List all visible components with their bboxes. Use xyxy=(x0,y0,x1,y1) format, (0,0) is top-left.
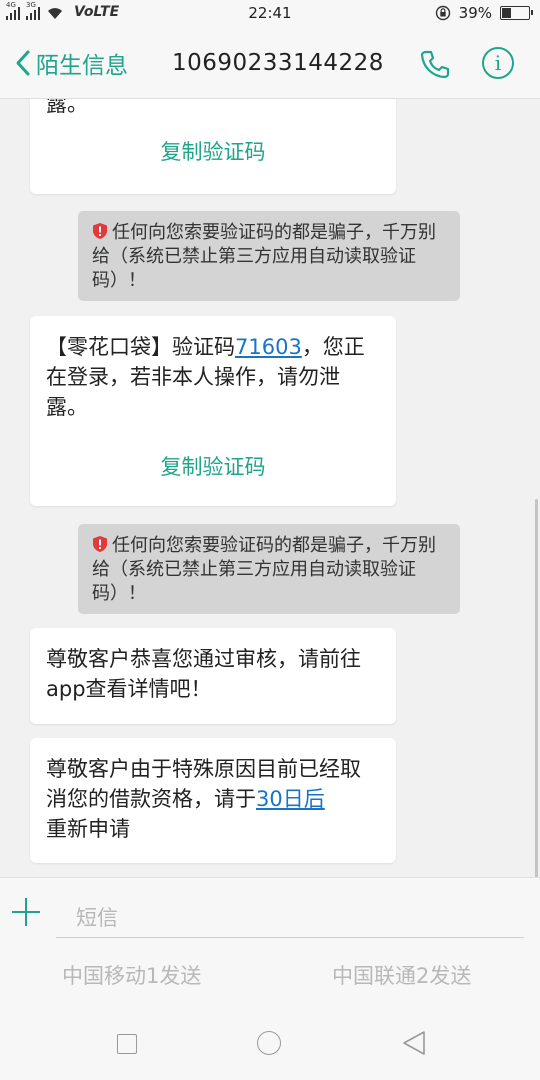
message-text-part: 重新申请 xyxy=(46,817,130,841)
rotation-lock-icon xyxy=(435,5,450,21)
back-triangle-icon xyxy=(403,1031,425,1055)
phone-icon xyxy=(420,50,450,79)
message-text: 【零花口袋】验证码71603，您正在登录，若非本人操作，请勿泄露。 xyxy=(46,332,380,422)
info-icon: i xyxy=(494,51,502,75)
info-button[interactable]: i xyxy=(482,47,514,79)
scrollbar[interactable] xyxy=(535,499,538,877)
battery-percent: 39% xyxy=(458,4,492,22)
warning-text: 任何向您索要验证码的都是骗子，千万别给（系统已禁止第三方应用自动读取验证码）！ xyxy=(92,222,436,291)
recent-apps-button[interactable] xyxy=(117,1034,137,1054)
message-text: 尊敬客户恭喜您通过审核，请前往app查看详情吧！ xyxy=(46,647,361,701)
warning-text: 任何向您索要验证码的都是骗子，千万别给（系统已禁止第三方应用自动读取验证码）！ xyxy=(92,535,436,604)
copy-code-button[interactable]: 复制验证码 xyxy=(46,137,380,167)
back-button[interactable]: 陌生信息 xyxy=(14,46,128,80)
message-text: 露。 xyxy=(46,99,88,116)
warning-shield-icon xyxy=(93,223,107,239)
compose-area: 中国移动1发送 中国联通2发送 xyxy=(0,877,540,1008)
sms-input[interactable] xyxy=(56,898,524,938)
back-label: 陌生信息 xyxy=(36,53,128,79)
copy-code-button[interactable]: 复制验证码 xyxy=(46,452,380,482)
battery-icon xyxy=(500,6,533,20)
message-list[interactable]: 露。 复制验证码 任何向您索要验证码的都是骗子，千万别给（系统已禁止第三方应用自… xyxy=(0,99,540,877)
verification-code-link[interactable]: 71603 xyxy=(235,335,302,359)
call-button[interactable] xyxy=(418,47,452,81)
message-text-part: 【零花口袋】验证码 xyxy=(46,335,235,359)
message-bubble[interactable]: 尊敬客户恭喜您通过审核，请前往app查看详情吧！ xyxy=(30,628,396,724)
message-text: 尊敬客户由于特殊原因目前已经取消您的借款资格，请于30日后 重新申请 xyxy=(46,754,380,844)
sender-number: 10690233144228 xyxy=(172,50,384,76)
date-link[interactable]: 30日后 xyxy=(256,787,325,811)
message-bubble[interactable]: 【零花口袋】验证码71603，您正在登录，若非本人操作，请勿泄露。 复制验证码 xyxy=(30,316,396,506)
fraud-warning-notice: 任何向您索要验证码的都是骗子，千万别给（系统已禁止第三方应用自动读取验证码）！ xyxy=(78,211,460,301)
status-right: 39% xyxy=(435,4,533,22)
conversation-header: 陌生信息 10690233144228 i xyxy=(0,28,540,99)
message-bubble[interactable]: 尊敬客户由于特殊原因目前已经取消您的借款资格，请于30日后 重新申请 xyxy=(30,738,396,863)
navigation-bar xyxy=(0,1007,540,1080)
home-button[interactable] xyxy=(257,1031,281,1055)
message-bubble[interactable]: 露。 复制验证码 xyxy=(30,99,396,194)
chevron-left-icon xyxy=(16,50,30,76)
nav-back-button[interactable] xyxy=(401,1029,427,1057)
status-bar: 4G 3G VoLTE 22:41 39% xyxy=(0,0,540,28)
fraud-warning-notice: 任何向您索要验证码的都是骗子，千万别给（系统已禁止第三方应用自动读取验证码）！ xyxy=(78,524,460,614)
add-attachment-button[interactable] xyxy=(12,898,40,926)
send-sim2-button[interactable]: 中国联通2发送 xyxy=(332,960,471,990)
send-sim1-button[interactable]: 中国移动1发送 xyxy=(62,960,201,990)
warning-shield-icon xyxy=(93,536,107,552)
